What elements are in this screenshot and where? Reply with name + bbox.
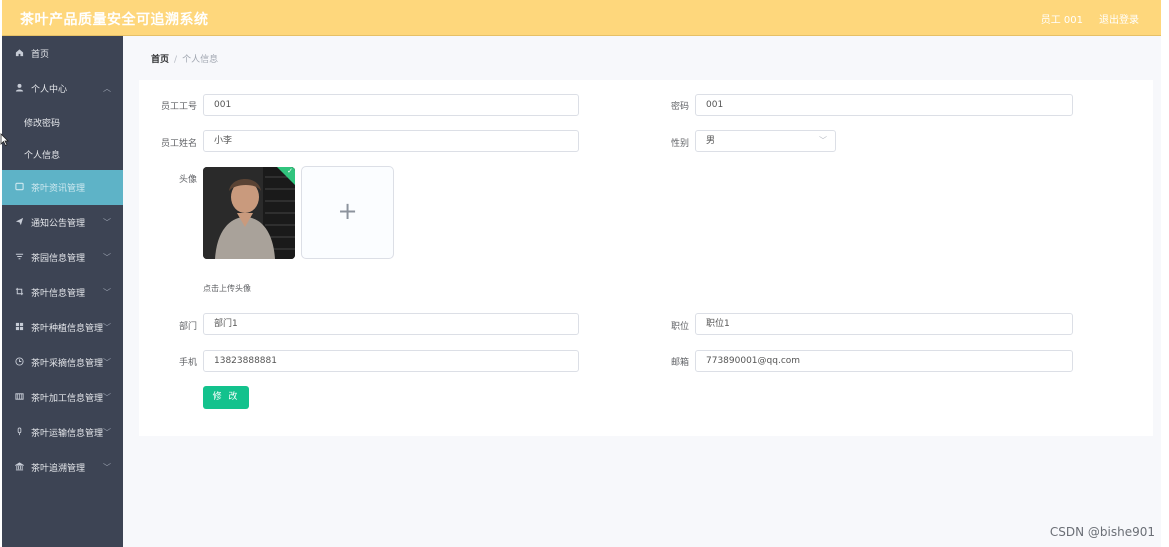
emp-no-input[interactable]: 001	[203, 94, 579, 116]
bank-icon	[14, 462, 25, 473]
avatar-label: 头像	[178, 175, 197, 185]
app-title: 茶叶产品质量安全可追溯系统	[20, 12, 209, 28]
sidebar-item-label: 茶叶种植信息管理	[31, 324, 104, 334]
send-icon	[14, 217, 25, 228]
sidebar-item-transport[interactable]: 茶叶运输信息管理 ﹀	[2, 415, 123, 450]
sidebar-item-planting[interactable]: 茶叶种植信息管理 ﹀	[2, 310, 123, 345]
grid-icon	[14, 322, 25, 333]
chevron-down-icon: ﹀	[103, 323, 111, 332]
phone-label: 手机	[178, 358, 197, 368]
filter-icon	[14, 252, 25, 263]
user-icon	[14, 83, 25, 94]
breadcrumb-current: 个人信息	[182, 55, 219, 65]
submit-button[interactable]: 修 改	[203, 386, 249, 409]
sidebar-item-label: 首页	[31, 50, 50, 60]
news-icon	[14, 182, 25, 193]
phone-input[interactable]: 13823888881	[203, 350, 579, 372]
gender-label: 性别	[670, 139, 689, 149]
sidebar-item-label: 茶园信息管理	[31, 254, 86, 264]
breadcrumb: 首页 / 个人信息	[151, 52, 218, 65]
sidebar-item-personal-center[interactable]: 个人中心 ︿	[2, 71, 123, 106]
email-input[interactable]: 773890001@qq.com	[695, 350, 1073, 372]
chevron-down-icon: ﹀	[103, 393, 111, 402]
clock-icon	[14, 357, 25, 368]
current-user: 员工 001	[1040, 15, 1083, 26]
name-input[interactable]: 小李	[203, 130, 579, 152]
avatar[interactable]: ✓	[203, 167, 295, 259]
chevron-down-icon: ﹀	[103, 428, 111, 437]
chevron-down-icon: ﹀	[819, 136, 827, 145]
chevron-down-icon: ﹀	[103, 288, 111, 297]
password-input[interactable]: 001	[695, 94, 1073, 116]
sidebar-item-label: 茶叶追溯管理	[31, 464, 86, 474]
password-label: 密码	[670, 102, 689, 112]
logout-link[interactable]: 退出登录	[1099, 11, 1139, 26]
mic-icon	[14, 427, 25, 438]
position-input[interactable]: 职位1	[695, 313, 1073, 335]
crop-icon	[14, 287, 25, 298]
department-input[interactable]: 部门1	[203, 313, 579, 335]
sidebar-item-picking[interactable]: 茶叶采摘信息管理 ﹀	[2, 345, 123, 380]
email-label: 邮箱	[670, 358, 689, 368]
watermark: CSDN @bishe901	[1049, 525, 1155, 539]
sidebar-item-trace[interactable]: 茶叶追溯管理 ﹀	[2, 450, 123, 485]
sidebar-item-label: 茶叶采摘信息管理	[31, 359, 104, 369]
sidebar-subitem-label: 修改密码	[24, 118, 61, 129]
app-frame: 茶叶产品质量安全可追溯系统 员工 001 退出登录 首页 个人中心 ︿ 修改密码…	[0, 0, 1169, 547]
gender-select[interactable]: 男 ﹀	[695, 130, 836, 152]
avatar-upload-button[interactable]: +	[301, 166, 394, 259]
department-label: 部门	[178, 322, 197, 332]
emp-no-label: 员工工号	[160, 102, 197, 112]
sidebar-item-label: 通知公告管理	[31, 219, 86, 229]
sidebar-item-home[interactable]: 首页	[2, 36, 123, 71]
chevron-down-icon: ﹀	[103, 218, 111, 227]
chevron-up-icon: ︿	[103, 84, 111, 93]
sidebar-item-notice[interactable]: 通知公告管理 ﹀	[2, 205, 123, 240]
sidebar-subitem-label: 个人信息	[24, 150, 61, 161]
profile-form-card: 员工工号 001 密码 001 员工姓名 小李 性别 男 ﹀ 头像 ✓ + 点击…	[139, 80, 1153, 436]
sidebar-item-label: 茶叶资讯管理	[31, 184, 86, 194]
mouse-cursor-icon	[0, 133, 9, 149]
breadcrumb-home[interactable]: 首页	[151, 55, 169, 65]
position-label: 职位	[670, 322, 689, 332]
breadcrumb-separator: /	[174, 55, 178, 65]
chevron-down-icon: ﹀	[103, 463, 111, 472]
sidebar-item-tea-info[interactable]: 茶叶信息管理 ﹀	[2, 275, 123, 310]
chevron-down-icon: ﹀	[103, 253, 111, 262]
sidebar-item-tea-news[interactable]: 茶叶资讯管理	[2, 170, 123, 205]
sidebar-item-processing[interactable]: 茶叶加工信息管理 ﹀	[2, 380, 123, 415]
factory-icon	[14, 392, 25, 403]
home-icon	[14, 48, 25, 59]
sidebar: 首页 个人中心 ︿ 修改密码 个人信息 茶叶资讯管理 通知公告管理 ﹀ 茶园信息…	[2, 36, 123, 547]
plus-icon: +	[337, 197, 358, 225]
sidebar-item-tea-garden[interactable]: 茶园信息管理 ﹀	[2, 240, 123, 275]
sidebar-item-label: 茶叶运输信息管理	[31, 429, 104, 439]
avatar-upload-hint: 点击上传头像	[203, 284, 251, 293]
top-header: 茶叶产品质量安全可追溯系统 员工 001 退出登录	[2, 0, 1161, 36]
sidebar-subitem-change-password[interactable]: 修改密码	[2, 106, 123, 138]
sidebar-item-label: 茶叶加工信息管理	[31, 394, 104, 404]
sidebar-subitem-personal-info[interactable]: 个人信息	[2, 138, 123, 170]
check-icon: ✓	[287, 167, 293, 175]
gender-value: 男	[706, 136, 716, 146]
chevron-down-icon: ﹀	[103, 358, 111, 367]
name-label: 员工姓名	[160, 139, 197, 149]
sidebar-item-label: 茶叶信息管理	[31, 289, 86, 299]
sidebar-item-label: 个人中心	[31, 85, 68, 95]
main-content: 首页 / 个人信息 员工工号 001 密码 001 员工姓名 小李 性别 男 ﹀ 头…	[123, 36, 1161, 547]
